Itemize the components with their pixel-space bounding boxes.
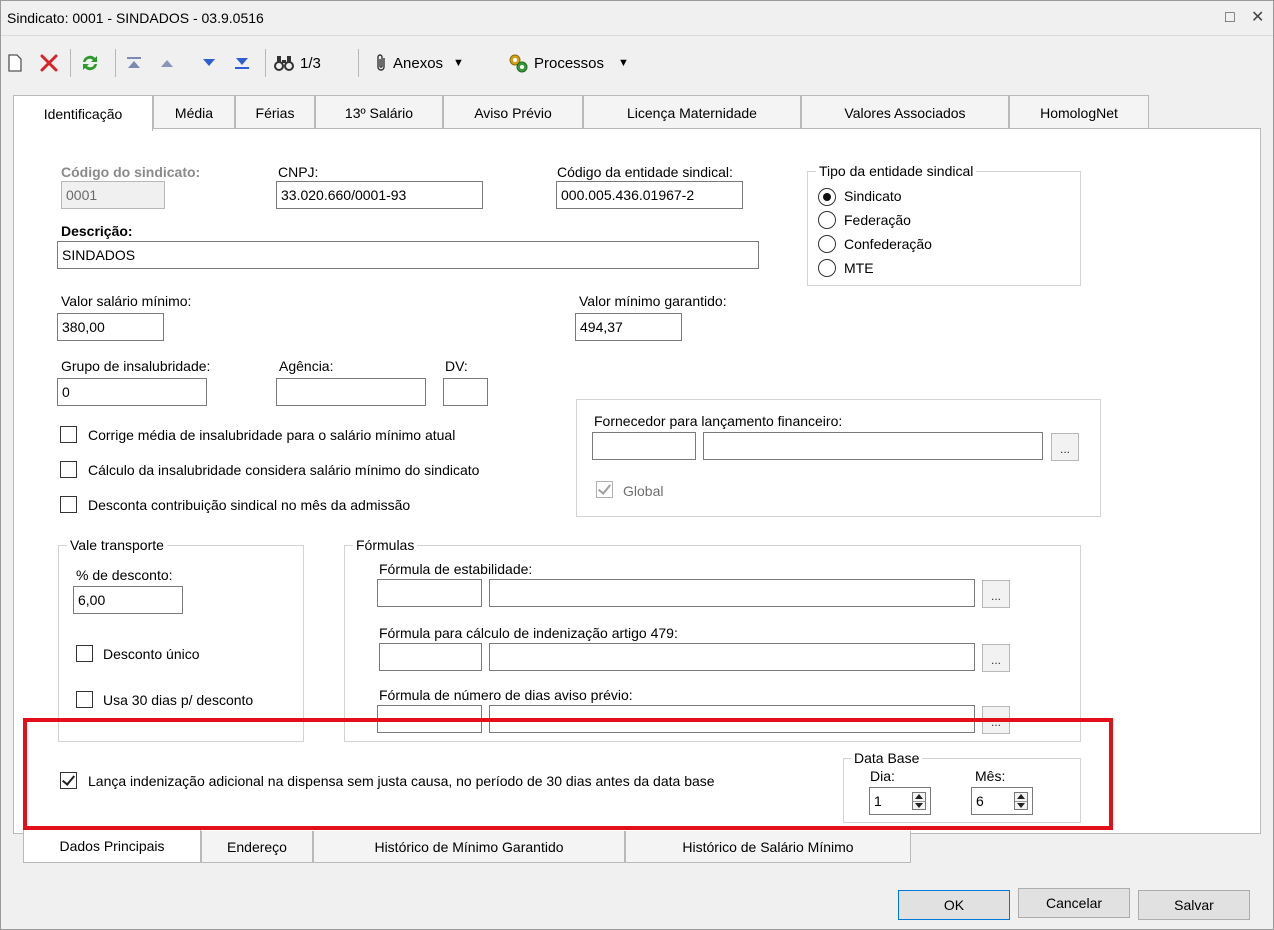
formula-estabilidade-code-field[interactable] xyxy=(377,579,482,607)
next-record-icon[interactable] xyxy=(201,50,217,76)
tab-identificacao[interactable]: Identificação xyxy=(13,95,153,131)
fornecedor-label: Fornecedor para lançamento financeiro: xyxy=(594,413,843,429)
formula-indenizacao-label: Fórmula para cálculo de indenização arti… xyxy=(379,625,678,641)
cnpj-field[interactable]: 33.020.660/0001-93 xyxy=(276,181,483,209)
gears-icon xyxy=(509,54,528,73)
calculo-insalubridade-checkbox[interactable] xyxy=(60,461,77,478)
descricao-label: Descrição: xyxy=(61,223,133,239)
anexos-button[interactable]: Anexos ▼ xyxy=(373,50,464,76)
corrige-media-label: Corrige média de insalubridade para o sa… xyxy=(88,427,456,443)
paperclip-icon xyxy=(377,54,385,71)
desconta-contribuicao-checkbox[interactable] xyxy=(60,496,77,513)
formula-estabilidade-lookup-button[interactable]: ... xyxy=(982,580,1010,608)
calculo-insalubridade-label: Cálculo da insalubridade considera salár… xyxy=(88,462,480,478)
descricao-field[interactable]: SINDADOS xyxy=(57,241,759,269)
formula-indenizacao-lookup-button[interactable]: ... xyxy=(982,644,1010,672)
codigo-entidade-label: Código da entidade sindical: xyxy=(557,164,733,180)
formula-aviso-label: Fórmula de número de dias aviso prévio: xyxy=(379,687,633,703)
radio-mte-label: MTE xyxy=(844,260,874,276)
desconta-contribuicao-label: Desconta contribuição sindical no mês da… xyxy=(88,497,411,513)
dv-field[interactable] xyxy=(443,378,488,406)
toolbar: 1/3 Anexos ▼ Processos ▼ xyxy=(1,37,1273,89)
ok-button[interactable]: OK xyxy=(898,890,1010,920)
usa-30-dias-checkbox[interactable] xyxy=(76,691,93,708)
radio-sindicato-label: Sindicato xyxy=(844,188,902,204)
codigo-sindicato-field: 0001 xyxy=(61,181,165,209)
desconto-unico-label: Desconto único xyxy=(103,646,200,662)
formula-indenizacao-name-field[interactable] xyxy=(489,643,975,671)
grupo-insalubridade-label: Grupo de insalubridade: xyxy=(61,358,211,374)
tab-valores-associados[interactable]: Valores Associados xyxy=(801,95,1009,129)
tab-13-salario[interactable]: 13º Salário xyxy=(315,95,443,129)
save-button[interactable]: Salvar xyxy=(1138,890,1250,920)
tipo-entidade-title: Tipo da entidade sindical xyxy=(816,163,977,179)
fornecedor-name-field[interactable] xyxy=(703,432,1043,460)
toolbar-separator xyxy=(70,49,71,77)
global-label: Global xyxy=(623,483,664,499)
refresh-icon[interactable] xyxy=(79,50,101,76)
toolbar-separator xyxy=(265,49,266,77)
processos-button[interactable]: Processos ▼ xyxy=(506,50,629,76)
tab-licenca-maternidade[interactable]: Licença Maternidade xyxy=(583,95,801,129)
codigo-entidade-field[interactable]: 000.005.436.01967-2 xyxy=(556,181,743,209)
codigo-sindicato-label: Código do sindicato: xyxy=(61,164,201,180)
vale-transporte-title: Vale transporte xyxy=(67,537,167,553)
dv-label: DV: xyxy=(445,358,468,374)
fornecedor-code-field[interactable] xyxy=(592,432,696,460)
anexos-label: Anexos xyxy=(393,54,444,72)
dialog-window: Sindicato: 0001 - SINDADOS - 03.9.0516 □… xyxy=(0,0,1274,930)
radio-sindicato[interactable] xyxy=(818,188,836,206)
agencia-label: Agência: xyxy=(279,358,334,374)
corrige-media-checkbox[interactable] xyxy=(60,426,77,443)
last-record-icon[interactable] xyxy=(233,50,251,76)
desconto-percent-label: % de desconto: xyxy=(76,567,173,583)
tab-endereco[interactable]: Endereço xyxy=(201,831,313,863)
cancel-button[interactable]: Cancelar xyxy=(1018,888,1130,918)
radio-mte[interactable] xyxy=(818,259,836,277)
grupo-insalubridade-field[interactable]: 0 xyxy=(57,378,207,406)
previous-record-icon[interactable] xyxy=(159,50,175,76)
chevron-down-icon: ▼ xyxy=(453,57,464,69)
desconto-percent-field[interactable]: 6,00 xyxy=(73,586,183,614)
global-checkbox xyxy=(596,481,613,498)
tab-historico-salario-minimo[interactable]: Histórico de Salário Mínimo xyxy=(625,831,911,863)
valor-minimo-garantido-field[interactable]: 494,37 xyxy=(575,313,682,341)
chevron-down-icon: ▼ xyxy=(618,57,629,69)
tab-ferias[interactable]: Férias xyxy=(235,95,315,129)
valor-salario-minimo-label: Valor salário mínimo: xyxy=(61,293,192,309)
new-icon[interactable] xyxy=(7,50,23,76)
radio-confederacao-label: Confederação xyxy=(844,236,932,252)
highlight-annotation xyxy=(23,718,1113,830)
toolbar-separator xyxy=(115,49,116,77)
title-bar: Sindicato: 0001 - SINDADOS - 03.9.0516 □… xyxy=(1,1,1273,36)
formula-indenizacao-code-field[interactable] xyxy=(379,643,482,671)
close-icon[interactable]: ✕ xyxy=(1251,7,1264,27)
toolbar-separator xyxy=(358,49,359,77)
formula-estabilidade-label: Fórmula de estabilidade: xyxy=(379,561,533,577)
fornecedor-lookup-button[interactable]: ... xyxy=(1051,433,1079,461)
first-record-icon[interactable] xyxy=(125,50,143,76)
tab-homolognet[interactable]: HomologNet xyxy=(1009,95,1149,129)
usa-30-dias-label: Usa 30 dias p/ desconto xyxy=(103,692,254,708)
radio-confederacao[interactable] xyxy=(818,235,836,253)
formula-estabilidade-name-field[interactable] xyxy=(489,579,975,607)
tab-dados-principais[interactable]: Dados Principais xyxy=(23,830,201,863)
tab-historico-minimo-garantido[interactable]: Histórico de Mínimo Garantido xyxy=(313,831,625,863)
tab-media[interactable]: Média xyxy=(153,95,235,129)
restore-icon[interactable]: □ xyxy=(1225,9,1235,27)
formulas-title: Fórmulas xyxy=(353,537,418,553)
binoculars-icon[interactable] xyxy=(273,50,295,76)
agencia-field[interactable] xyxy=(276,378,426,406)
window-title: Sindicato: 0001 - SINDADOS - 03.9.0516 xyxy=(7,10,264,26)
valor-minimo-garantido-label: Valor mínimo garantido: xyxy=(579,293,727,309)
valor-salario-minimo-field[interactable]: 380,00 xyxy=(57,313,164,341)
cnpj-label: CNPJ: xyxy=(278,164,319,180)
delete-icon[interactable] xyxy=(39,50,59,76)
record-counter: 1/3 xyxy=(300,54,321,72)
desconto-unico-checkbox[interactable] xyxy=(76,645,93,662)
tab-aviso-previo[interactable]: Aviso Prévio xyxy=(443,95,583,129)
radio-federacao[interactable] xyxy=(818,211,836,229)
radio-federacao-label: Federação xyxy=(844,212,911,228)
processos-label: Processos xyxy=(534,54,605,72)
